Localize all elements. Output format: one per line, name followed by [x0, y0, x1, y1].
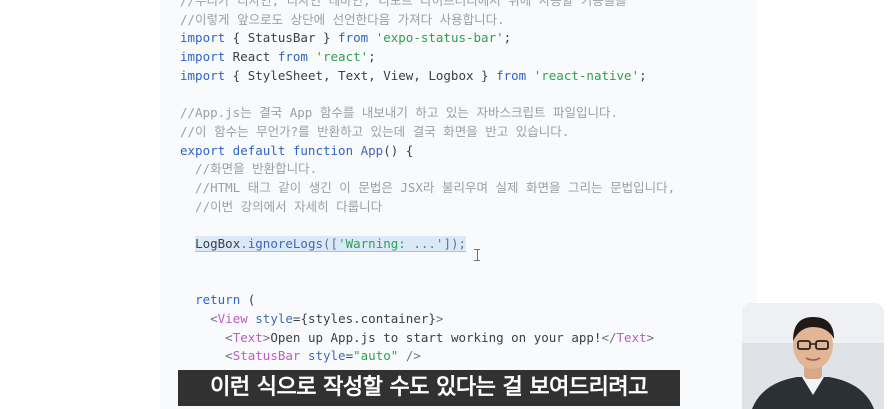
code-line: export default function App() { [180, 142, 413, 160]
code-token: import [180, 30, 226, 46]
code-line: <Text>Open up App.js to start working on… [180, 329, 654, 347]
code-token: . [240, 236, 248, 253]
code-token: = [345, 348, 354, 364]
code-token: StatusBar [232, 348, 301, 364]
code-token: export default function [180, 142, 354, 158]
code-token: </ [601, 329, 617, 345]
code-token: 'Warning: ...' [338, 236, 444, 253]
presenter-avatar [742, 303, 884, 409]
video-frame: //우리가 디자인, 디자인 테마인, 리모트 라이브러리에서 위에 사용할 기… [0, 0, 895, 409]
subtitle-caption: 이런 식으로 작성할 수도 있다는 걸 보여드리려고 [178, 370, 680, 406]
code-token: { StatusBar } [225, 30, 339, 46]
code-editor[interactable]: //우리가 디자인, 디자인 테마인, 리모트 라이브러리에서 위에 사용할 기… [160, 0, 757, 409]
code-token: ={styles.container} [292, 310, 436, 326]
code-token: View [217, 310, 248, 326]
code-token: //화면을 반환합니다. [180, 161, 318, 177]
code-token: "auto" [353, 348, 399, 364]
code-token: //이번 강의에서 자세히 다룹니다 [180, 198, 383, 214]
code-token: ( [240, 292, 256, 308]
code-token: Open up App.js to start working on your … [270, 329, 602, 345]
code-token: return [195, 292, 241, 308]
code-line: <View style={styles.container}> [180, 310, 443, 328]
code-token: 'expo-status-bar' [375, 30, 504, 46]
code-token: from [496, 67, 527, 83]
code-line: //App.js는 결국 App 함수를 내보내기 하고 있는 자바스크립트 파… [180, 104, 618, 122]
code-token: //이렇게 앞으로도 상단에 선언한다음 가져다 사용합니다. [180, 11, 505, 27]
code-token: React [225, 49, 278, 65]
code-token: style [307, 348, 346, 364]
code-token: //HTML 태그 같이 생긴 이 문법은 JSX라 불리우며 실제 화면을 그… [180, 180, 676, 195]
code-token: < [225, 348, 233, 364]
code-token: //우리가 디자인, 디자인 테마인, 리모트 라이브러리에서 위에 사용할 기… [180, 0, 627, 8]
code-token: ; [639, 67, 647, 83]
code-line: //우리가 디자인, 디자인 테마인, 리모트 라이브러리에서 위에 사용할 기… [180, 0, 627, 10]
code-token: Text [616, 329, 647, 345]
code-line: import React from 'react'; [180, 48, 376, 66]
text-cursor-icon [474, 249, 480, 261]
code-line: LogBox.ignoreLogs(['Warning: ...']); [180, 235, 467, 253]
code-token: > [646, 329, 655, 345]
code-token: style [255, 310, 293, 326]
code-token: ]); [443, 236, 467, 253]
code-line: //이렇게 앞으로도 상단에 선언한다음 가져다 사용합니다. [180, 11, 505, 29]
code-token: ignoreLogs [247, 236, 324, 253]
code-line: return ( [180, 291, 255, 309]
code-line: //화면을 반환합니다. [180, 160, 317, 178]
code-token: LogBox [195, 236, 241, 253]
code-token: ; [368, 49, 376, 65]
code-token: < [225, 329, 233, 345]
code-token: { StyleSheet, Text, View, Logbox } [225, 67, 497, 83]
code-token: ([ [323, 236, 339, 253]
code-token: 'react-native' [533, 67, 640, 83]
code-token: from [338, 30, 369, 46]
code-token: import [180, 67, 226, 83]
code-line: //이번 강의에서 자세히 다룹니다 [180, 198, 382, 216]
code-line: <StatusBar style="auto" /> [180, 347, 421, 365]
code-token: /> [405, 348, 421, 364]
code-token: 'react' [315, 49, 369, 65]
code-line: //이 함수는 무언가?를 반환하고 있는데 결국 화면을 반고 있습니다. [180, 123, 569, 141]
webcam-overlay [742, 303, 884, 409]
code-line: import { StyleSheet, Text, View, Logbox … [180, 67, 647, 85]
code-token: () { [383, 142, 414, 158]
code-token: //이 함수는 무언가?를 반환하고 있는데 결국 화면을 반고 있습니다. [180, 123, 570, 139]
code-token: Text [232, 329, 263, 345]
code-line: import { StatusBar } from 'expo-status-b… [180, 29, 511, 47]
code-token: > [435, 310, 444, 326]
code-token: //App.js는 결국 App 함수를 내보내기 하고 있는 자바스크립트 파… [180, 105, 619, 121]
code-token: import [180, 49, 226, 65]
code-token: from [277, 49, 308, 65]
code-token: < [210, 310, 218, 326]
code-line: //HTML 태그 같이 생긴 이 문법은 JSX라 불리우며 실제 화면을 그… [180, 179, 675, 197]
code-token: ; [503, 30, 512, 46]
code-token: App [360, 142, 384, 158]
